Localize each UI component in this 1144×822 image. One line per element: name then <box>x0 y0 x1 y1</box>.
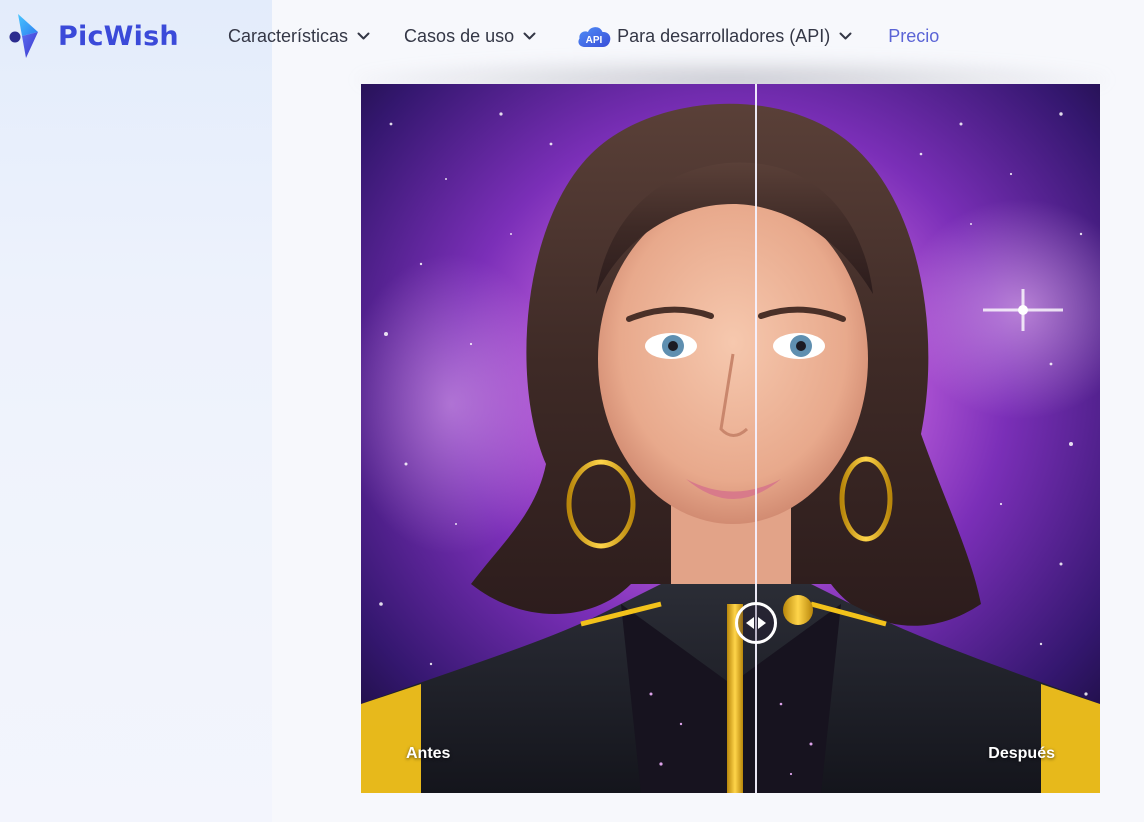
before-label: Antes <box>406 745 451 762</box>
nav-use-cases-label: Casos de uso <box>404 25 515 46</box>
nav-pricing[interactable]: Precio <box>888 26 939 47</box>
left-panel-background <box>0 0 272 822</box>
nav-use-cases[interactable]: Casos de uso <box>404 26 536 47</box>
nav-pricing-label: Precio <box>888 25 940 46</box>
portrait-image <box>361 84 1100 793</box>
main-nav: Características Casos de uso API Para de… <box>228 20 939 52</box>
chevron-down-icon <box>357 32 370 39</box>
brand-logo[interactable]: PicWish <box>8 10 179 62</box>
nav-developers[interactable]: API Para desarrolladores (API) <box>576 23 852 49</box>
nav-features[interactable]: Características <box>228 26 370 47</box>
comparison-divider-line[interactable] <box>755 84 757 793</box>
comparison-slider-handle[interactable] <box>735 602 777 644</box>
chevron-down-icon <box>523 32 536 39</box>
nav-features-label: Características <box>228 25 349 46</box>
api-badge-text: API <box>586 35 603 46</box>
api-cloud-icon: API <box>578 27 611 47</box>
brand-name: PicWish <box>58 20 179 52</box>
before-after-comparison[interactable]: Antes Después <box>361 84 1100 793</box>
chevron-down-icon <box>839 32 852 39</box>
after-label: Después <box>988 745 1055 762</box>
nav-developers-label: Para desarrolladores (API) <box>617 25 831 46</box>
picwish-logo-icon <box>9 14 38 58</box>
left-right-arrows-icon <box>746 617 766 629</box>
